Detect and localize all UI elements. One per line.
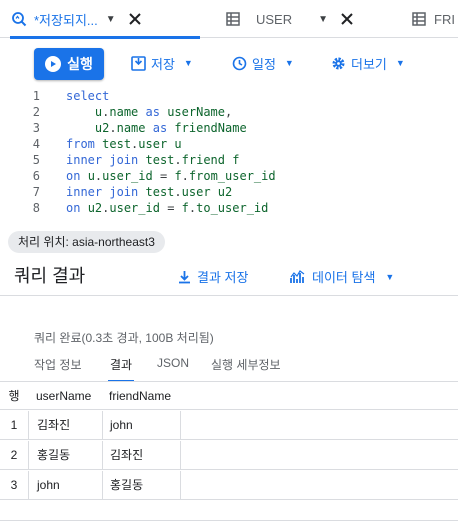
empty-cell bbox=[180, 411, 458, 440]
line-number: 2 bbox=[32, 105, 40, 119]
tab-results[interactable]: 결과 bbox=[107, 356, 135, 382]
code-text: on u2.user_id = f.to_user_id bbox=[66, 201, 269, 215]
code-text: select bbox=[66, 89, 110, 103]
chevron-down-icon: ▼ bbox=[284, 58, 294, 68]
save-icon bbox=[131, 55, 146, 71]
gear-icon bbox=[331, 56, 346, 71]
schedule-button[interactable]: 일정 ▼ bbox=[232, 52, 294, 74]
column-header-friendname: friendName bbox=[109, 389, 172, 403]
clock-icon bbox=[232, 56, 247, 71]
processing-location-chip: 처리 위치: asia-northeast3 bbox=[8, 231, 165, 253]
query-toolbar: 실행 저장 ▼ 일정 ▼ 더보기 ▼ bbox=[0, 38, 458, 88]
schedule-button-label: 일정 bbox=[252, 56, 276, 72]
code-text: inner join test.user u2 bbox=[66, 185, 233, 199]
download-icon bbox=[178, 270, 191, 284]
chart-icon bbox=[290, 269, 306, 284]
tab-unsaved-query[interactable]: *저장되지... ▼ bbox=[10, 0, 200, 39]
chevron-down-icon: ▼ bbox=[385, 271, 395, 282]
tab-job-info[interactable]: 작업 정보 bbox=[34, 356, 82, 380]
line-number: 7 bbox=[32, 185, 40, 199]
chevron-down-icon: ▼ bbox=[183, 58, 193, 68]
tab-execution-details[interactable]: 실행 세부정보 bbox=[211, 356, 281, 380]
code-text: u.name as userName, bbox=[94, 105, 233, 119]
sql-editor[interactable]: 1 select 2 u.name as userName, 3 u2.name as… bbox=[0, 88, 458, 224]
code-line[interactable]: 7 inner join test.user u2 bbox=[0, 184, 458, 200]
explore-data-label: 데이터 탐색 bbox=[312, 270, 376, 285]
table-header-row: 행 userName friendName bbox=[0, 381, 458, 410]
code-text: on u.user_id = f.from_user_id bbox=[66, 169, 276, 183]
code-text: from test.user u bbox=[66, 137, 182, 151]
code-line[interactable]: 8 on u2.user_id = f.to_user_id bbox=[0, 200, 458, 216]
line-number: 4 bbox=[32, 137, 40, 151]
empty-cell bbox=[180, 441, 458, 470]
chevron-down-icon: ▼ bbox=[395, 58, 405, 68]
close-icon[interactable] bbox=[340, 12, 354, 26]
more-button-label: 더보기 bbox=[351, 56, 387, 72]
username-cell[interactable]: john bbox=[28, 471, 102, 500]
table-row: 1 김좌진 john bbox=[0, 411, 458, 440]
empty-cell bbox=[180, 471, 458, 500]
code-line[interactable]: 5 inner join test.friend f bbox=[0, 152, 458, 168]
code-line[interactable]: 4 from test.user u bbox=[0, 136, 458, 152]
explore-data-button[interactable]: 데이터 탐색 ▼ bbox=[290, 267, 394, 286]
line-number: 5 bbox=[32, 153, 40, 167]
table-row: 2 홍길동 김좌진 bbox=[0, 441, 458, 470]
code-line[interactable]: 6 on u.user_id = f.from_user_id bbox=[0, 168, 458, 184]
save-results-button[interactable]: 결과 저장 bbox=[178, 267, 248, 286]
column-header-row-number: 행 bbox=[8, 389, 20, 403]
row-number-cell: 3 bbox=[10, 478, 18, 492]
chevron-down-icon[interactable]: ▼ bbox=[106, 14, 116, 25]
close-icon[interactable] bbox=[128, 12, 142, 26]
username-cell[interactable]: 김좌진 bbox=[28, 411, 102, 440]
table-icon bbox=[410, 10, 428, 28]
results-header: 쿼리 결과 결과 저장 데이터 탐색 ▼ bbox=[0, 258, 458, 296]
run-button[interactable]: 실행 bbox=[34, 48, 104, 80]
line-number: 3 bbox=[32, 121, 40, 135]
friendname-cell[interactable]: 홍길동 bbox=[102, 471, 180, 500]
row-number-cell: 1 bbox=[10, 418, 18, 432]
line-number: 1 bbox=[32, 89, 40, 103]
tab-label: *저장되지... bbox=[34, 12, 98, 28]
tab-json[interactable]: JSON bbox=[157, 356, 189, 380]
save-button-label: 저장 bbox=[151, 56, 175, 72]
table-icon bbox=[224, 10, 242, 28]
tab-user-table[interactable]: USER ▼ bbox=[224, 0, 394, 38]
line-number: 6 bbox=[32, 169, 40, 183]
query-status: 쿼리 완료(0.3초 경과, 100B 처리됨) bbox=[34, 331, 214, 345]
column-header-username: userName bbox=[36, 389, 92, 403]
more-button[interactable]: 더보기 ▼ bbox=[331, 52, 405, 74]
code-line[interactable]: 2 u.name as userName, bbox=[0, 104, 458, 120]
editor-tab-bar: *저장되지... ▼ USER ▼ FRI bbox=[0, 0, 458, 39]
tab-label: USER bbox=[256, 11, 293, 27]
divider bbox=[0, 520, 458, 521]
play-icon bbox=[45, 56, 62, 72]
line-number: 8 bbox=[32, 201, 40, 215]
friendname-cell[interactable]: john bbox=[102, 411, 180, 440]
code-text: u2.name as friendName bbox=[94, 121, 247, 135]
table-row: 3 john 홍길동 bbox=[0, 471, 458, 500]
chevron-down-icon[interactable]: ▼ bbox=[318, 14, 328, 25]
query-search-icon bbox=[10, 10, 28, 28]
save-button[interactable]: 저장 ▼ bbox=[131, 52, 193, 74]
username-cell[interactable]: 홍길동 bbox=[28, 441, 102, 470]
code-text: inner join test.friend f bbox=[66, 153, 240, 167]
friendname-cell[interactable]: 김좌진 bbox=[102, 441, 180, 470]
row-number-cell: 2 bbox=[10, 448, 18, 462]
tab-friend-table[interactable]: FRI bbox=[410, 0, 458, 38]
tab-label: FRI bbox=[434, 11, 455, 27]
result-tabs: 작업 정보 결과 JSON 실행 세부정보 bbox=[0, 352, 458, 382]
code-line[interactable]: 1 select bbox=[0, 88, 458, 104]
results-title: 쿼리 결과 bbox=[14, 266, 86, 286]
code-line[interactable]: 3 u2.name as friendName bbox=[0, 120, 458, 136]
save-results-label: 결과 저장 bbox=[197, 270, 249, 285]
run-button-label: 실행 bbox=[67, 56, 93, 72]
